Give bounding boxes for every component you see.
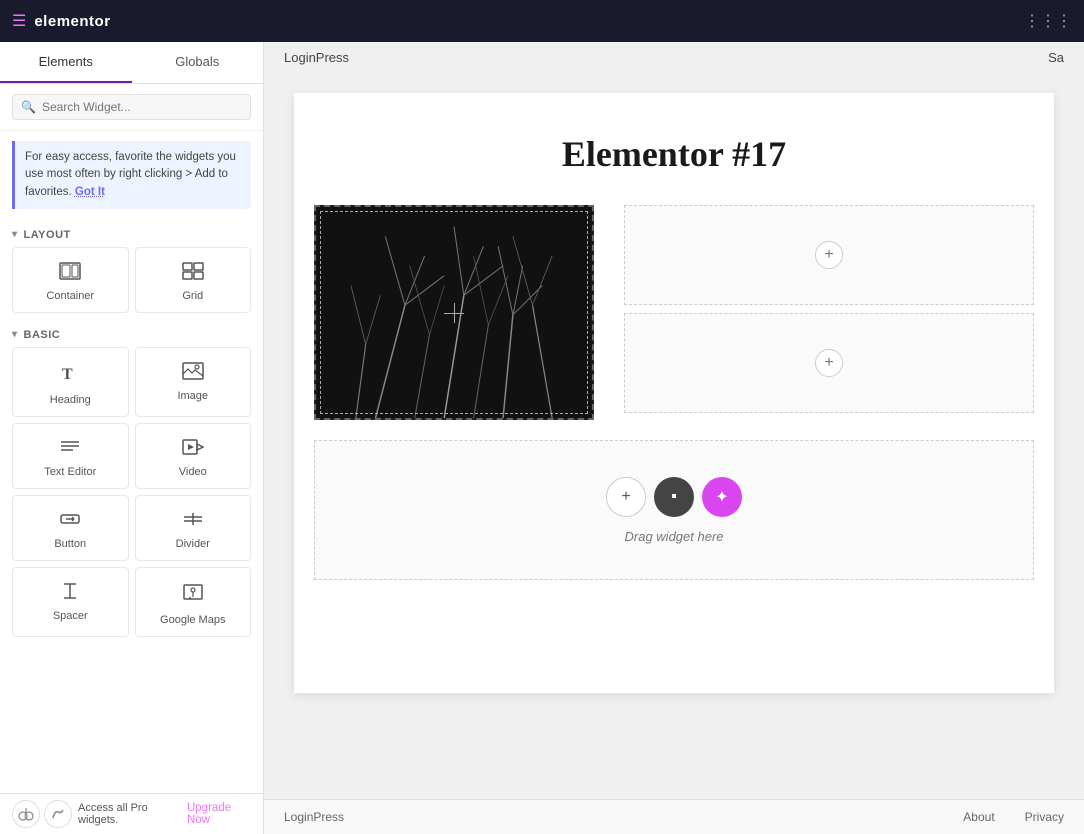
widget-grid-label: Grid <box>182 290 203 302</box>
page-content: Elementor #17 <box>294 93 1054 693</box>
widget-button[interactable]: Button <box>12 495 129 561</box>
drop-zone-text: Drag widget here <box>625 529 724 544</box>
pro-icons <box>12 800 72 828</box>
widget-spacer-label: Spacer <box>53 610 88 622</box>
widget-video-label: Video <box>179 466 207 478</box>
plus-icon: + <box>621 488 630 506</box>
svg-text:T: T <box>62 366 73 383</box>
widget-video[interactable]: Video <box>135 423 252 489</box>
drop-zone-buttons: + ▪ ✦ <box>606 477 742 517</box>
widget-grid[interactable]: Grid <box>135 247 252 313</box>
search-bar: 🔍 <box>0 84 263 131</box>
grid-icon[interactable]: ⋮⋮⋮ <box>1024 11 1072 31</box>
widget-image-label: Image <box>177 390 208 402</box>
search-icon: 🔍 <box>21 100 36 114</box>
section-layout-label: Layout <box>24 229 71 241</box>
page-title-section: Elementor #17 <box>294 93 1054 205</box>
access-pro-text: Access all Pro widgets. <box>78 802 181 826</box>
widget-container-label: Container <box>46 290 94 302</box>
magic-button[interactable]: ✦ <box>702 477 742 517</box>
upgrade-now-link[interactable]: Upgrade Now <box>187 802 251 826</box>
widget-text-editor[interactable]: Text Editor <box>12 423 129 489</box>
pro-icon-1 <box>12 800 40 828</box>
got-it-button[interactable]: Got It <box>75 186 105 198</box>
widget-text-editor-label: Text Editor <box>44 466 96 478</box>
canvas-header: LoginPress Sa <box>264 42 1084 73</box>
canvas-body: Elementor #17 <box>264 73 1084 799</box>
chevron-down-icon-2: ▾ <box>12 329 18 340</box>
pro-icon-2 <box>44 800 72 828</box>
tab-elements[interactable]: Elements <box>0 42 132 83</box>
section-layout-header: ▾ Layout <box>0 219 263 247</box>
search-input-wrap: 🔍 <box>12 94 251 120</box>
container-icon <box>59 262 81 284</box>
spacer-icon <box>59 582 81 604</box>
page-title: Elementor #17 <box>314 133 1034 175</box>
sidebar-content: ▾ Layout Container <box>0 219 263 793</box>
basic-widget-grid: T Heading Image <box>0 347 263 643</box>
button-icon <box>59 510 81 532</box>
layout-widget-grid: Container Grid <box>0 247 263 319</box>
widget-heading-label: Heading <box>50 394 91 406</box>
hamburger-icon[interactable]: ☰ <box>12 11 26 31</box>
top-bar-left: ☰ elementor <box>12 11 111 31</box>
columns-row: + + <box>294 205 1054 440</box>
text-editor-icon <box>59 438 81 460</box>
chevron-down-icon: ▾ <box>12 229 18 240</box>
footer-nav: About Privacy <box>963 810 1064 824</box>
image-column <box>314 205 614 420</box>
canvas-area: LoginPress Sa Elementor #17 <box>264 42 1084 834</box>
magic-icon: ✦ <box>715 487 728 507</box>
grid-icon <box>182 262 204 284</box>
widget-container[interactable]: Container <box>12 247 129 313</box>
sidebar: Elements Globals 🔍 For easy access, favo… <box>0 42 264 834</box>
bottom-access-bar: Access all Pro widgets. Upgrade Now <box>0 793 263 834</box>
add-element-btn-1[interactable]: + <box>815 241 843 269</box>
folder-icon: ▪ <box>671 488 677 506</box>
folder-button[interactable]: ▪ <box>654 477 694 517</box>
empty-slot-2[interactable]: + <box>624 313 1034 413</box>
widget-divider[interactable]: Divider <box>135 495 252 561</box>
canvas-user-label: Sa <box>1048 50 1064 65</box>
canvas-page-name: LoginPress <box>284 50 349 65</box>
widget-google-maps[interactable]: Google Maps <box>135 567 252 637</box>
widget-button-label: Button <box>54 538 86 550</box>
footer-privacy[interactable]: Privacy <box>1025 810 1064 824</box>
widget-heading[interactable]: T Heading <box>12 347 129 417</box>
tip-box: For easy access, favorite the widgets yo… <box>12 141 251 209</box>
page-footer: LoginPress About Privacy <box>264 799 1084 834</box>
video-icon <box>182 438 204 460</box>
widget-divider-label: Divider <box>176 538 210 550</box>
image-icon <box>182 362 204 384</box>
add-element-button[interactable]: + <box>606 477 646 517</box>
divider-icon <box>182 510 204 532</box>
widget-spacer[interactable]: Spacer <box>12 567 129 637</box>
footer-about[interactable]: About <box>963 810 994 824</box>
elementor-logo: elementor <box>34 13 110 30</box>
widget-image[interactable]: Image <box>135 347 252 417</box>
search-input[interactable] <box>42 100 242 114</box>
image-placeholder[interactable] <box>314 205 594 420</box>
empty-slot-1[interactable]: + <box>624 205 1034 305</box>
google-maps-icon <box>182 582 204 608</box>
bottom-bar-left: Access all Pro widgets. Upgrade Now <box>12 800 251 828</box>
top-bar: ☰ elementor ⋮⋮⋮ <box>0 0 1084 42</box>
drop-zone-section[interactable]: + ▪ ✦ Drag widget here <box>314 440 1034 580</box>
heading-icon: T <box>59 362 81 388</box>
footer-brand: LoginPress <box>284 810 344 824</box>
tab-globals[interactable]: Globals <box>132 42 264 83</box>
empty-columns: + + <box>614 205 1034 420</box>
widget-google-maps-label: Google Maps <box>160 614 225 626</box>
main-layout: Elements Globals 🔍 For easy access, favo… <box>0 42 1084 834</box>
tip-text: For easy access, favorite the widgets yo… <box>25 151 236 198</box>
section-basic-header: ▾ Basic <box>0 319 263 347</box>
section-basic-label: Basic <box>24 329 61 341</box>
add-element-btn-2[interactable]: + <box>815 349 843 377</box>
sidebar-tabs: Elements Globals <box>0 42 263 84</box>
